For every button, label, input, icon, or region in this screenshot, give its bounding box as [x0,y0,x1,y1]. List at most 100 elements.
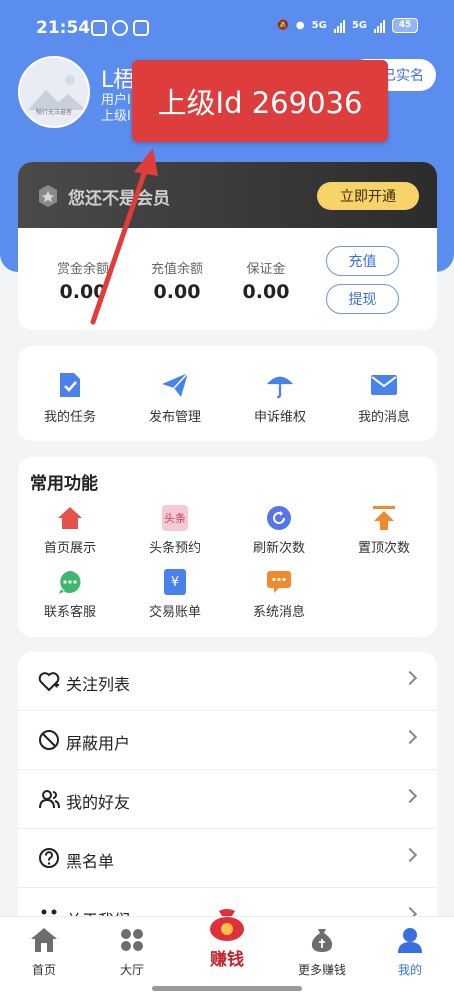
status-time: 21:54 [36,18,91,38]
list-item-blacklist[interactable]: 黑名单 [18,829,437,888]
vip-badge-icon [39,185,57,207]
chat-icon [55,567,85,597]
network-label-2: 5G [351,20,367,31]
quick-item-label: 申诉维权 [253,410,306,425]
home-icon [55,503,85,533]
tab-label: 我的 [397,963,422,977]
superior-id-overlay: 上级Id 269036 [132,60,388,142]
list-item-friends[interactable]: 我的好友 [18,770,437,829]
func-customer-service[interactable]: 联系客服 [25,567,115,620]
func-home-display[interactable]: 首页展示 [25,503,115,556]
quick-item-publish[interactable]: 发布管理 [125,370,225,425]
list-item-label: 我的好友 [66,793,131,812]
balance-label: 充值余额 [150,262,203,277]
grid-icon [121,929,143,951]
avatar[interactable]: 騎行无法避者 [18,56,90,128]
tab-label: 首页 [31,963,56,977]
tab-earn[interactable]: 赚钱 [187,907,267,970]
battery-icon: 45 [392,18,418,33]
network-label-1: 5G [311,20,327,31]
quick-item-label: 我的消息 [357,410,410,425]
quick-item-label: 我的任务 [43,410,96,425]
func-label: 首页展示 [43,541,96,556]
list-item-blocked[interactable]: 屏蔽用户 [18,711,437,770]
tab-mine[interactable]: 我的 [370,927,450,978]
settings-list: 关注列表 屏蔽用户 我的好友 黑名单 关于我们 [18,652,437,932]
chevron-right-icon [402,788,418,804]
bill-icon-text: ¥ [164,569,186,595]
func-pin-top[interactable]: 置顶次数 [339,503,429,556]
func-system-message[interactable]: 系统消息 [234,567,324,620]
balance-label: 保证金 [246,262,286,277]
vip-banner: 您还不是会员 立即开通 [18,162,437,228]
money-bag-icon [210,909,244,941]
list-item-follow[interactable]: 关注列表 [18,652,437,711]
recharge-button[interactable]: 充值 [326,246,399,276]
balance-value: 0.00 [59,281,107,303]
recharge-balance: 充值余额 0.00 [132,258,222,303]
status-bar: 21:54 🔕 ● 5G 5G 45 [0,0,454,54]
withdraw-button[interactable]: 提现 [326,284,399,314]
quick-item-my-tasks[interactable]: 我的任务 [20,370,120,425]
mute-icon: 🔕 [276,20,289,31]
list-item-label: 屏蔽用户 [66,734,131,753]
quick-actions-card: 我的任务 发布管理 申诉维权 我的消息 [18,346,437,441]
pin-top-icon [369,503,399,533]
tab-hall[interactable]: 大厅 [92,927,172,978]
headline-icon: 头条 [160,503,190,533]
balance-value: 0.00 [242,281,290,303]
app-notification-icon [112,20,128,36]
tab-more-earn[interactable]: 更多赚钱 [282,927,362,978]
tab-label: 更多赚钱 [297,963,346,977]
section-title: 常用功能 [30,474,98,494]
quick-item-appeal[interactable]: 申诉维权 [230,370,330,425]
app-notification-icon [91,20,107,36]
list-item-label: 黑名单 [66,852,115,871]
chevron-right-icon [402,670,418,686]
headline-icon-text: 头条 [162,505,188,531]
common-functions-card: 常用功能 首页展示 头条 头条预约 刷新次数 置顶次数 联系客服 ¥ 交易账单 [18,457,437,637]
chevron-right-icon [402,847,418,863]
func-bill[interactable]: ¥ 交易账单 [130,567,220,620]
question-icon [39,848,59,868]
func-label: 联系客服 [43,605,96,620]
bill-icon: ¥ [160,567,190,597]
quick-item-messages[interactable]: 我的消息 [334,370,434,425]
tab-label: 大厅 [119,963,144,977]
avatar-caption: 騎行无法避者 [35,109,72,116]
open-vip-button[interactable]: 立即开通 [317,182,419,210]
tab-earn-label: 赚钱 [210,950,244,970]
home-tab-icon [31,928,57,952]
func-label: 交易账单 [148,605,201,620]
task-icon [55,370,85,400]
list-item-label: 关注列表 [66,675,131,694]
vip-status-text: 您还不是会员 [68,189,170,209]
location-icon: ● [295,20,305,31]
message-icon [264,567,294,597]
chevron-right-icon [402,729,418,745]
tab-home[interactable]: 首页 [4,927,84,978]
status-indicators: 🔕 ● 5G 5G 45 [276,18,418,33]
balance-label: 赏金余额 [56,262,109,277]
send-icon [160,370,190,400]
func-label: 置顶次数 [357,541,410,556]
app-notification-icon [133,20,149,36]
membership-card: 您还不是会员 立即开通 赏金余额 0.00 充值余额 0.00 保证金 0.00… [18,162,437,330]
func-label: 刷新次数 [252,541,305,556]
superior-id-line: 上级I [101,109,131,124]
deposit-balance: 保证金 0.00 [221,258,311,303]
func-label: 系统消息 [252,605,305,620]
func-refresh[interactable]: 刷新次数 [234,503,324,556]
func-headline[interactable]: 头条 头条预约 [130,503,220,556]
balance-value: 0.00 [153,281,201,303]
signal-icon [333,19,345,33]
user-icon [398,928,422,953]
block-icon [39,730,59,750]
friends-icon [39,790,60,809]
refresh-icon [264,503,294,533]
quick-item-label: 发布管理 [148,410,201,425]
umbrella-icon [265,370,295,400]
money-sack-icon [311,929,333,952]
heart-plus-icon [38,672,60,692]
mail-icon [369,370,399,400]
